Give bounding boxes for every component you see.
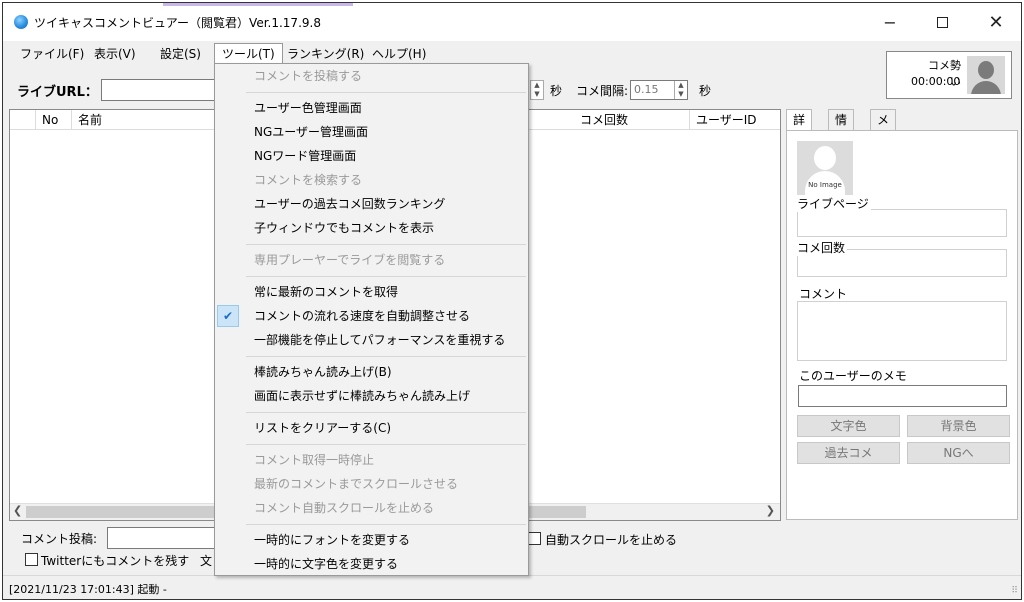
twitter-checkbox[interactable] xyxy=(25,553,38,566)
close-button[interactable]: ✕ xyxy=(973,3,1019,41)
menu-past-comment-ranking[interactable]: ユーザーの過去コメ回数ランキング xyxy=(215,192,528,216)
menu-file[interactable]: ファイル(F) xyxy=(13,43,91,65)
menu-tools[interactable]: ツール(T) xyxy=(214,43,283,65)
status-bar: [2021/11/23 17:01:43] 起動 - ⠿ xyxy=(3,575,1021,599)
menu-user-color-manager[interactable]: ユーザー色管理画面 xyxy=(215,96,528,120)
live-url-input[interactable] xyxy=(101,79,221,101)
menu-bouyomi-read-hidden[interactable]: 画面に表示せずに棒読みちゃん読み上げ xyxy=(215,384,528,408)
minimize-icon: − xyxy=(883,12,897,32)
menu-separator xyxy=(246,524,526,525)
comment-interval-value: 0.15 xyxy=(634,83,659,96)
user-avatar-icon xyxy=(967,56,1005,94)
text-color-button[interactable]: 文字色 xyxy=(797,415,900,437)
add-ng-button[interactable]: NGへ xyxy=(907,442,1010,464)
close-icon: ✕ xyxy=(988,11,1004,33)
maximize-button[interactable] xyxy=(919,3,965,41)
menu-child-window-comments[interactable]: 子ウィンドウでもコメントを表示 xyxy=(215,216,528,240)
no-image-avatar-icon: No Image xyxy=(797,141,853,197)
comment-interval-label: コメ間隔: xyxy=(576,84,629,98)
user-memo-input[interactable] xyxy=(798,385,1007,407)
menu-separator xyxy=(246,276,526,277)
auto-scroll-stop-checkbox[interactable] xyxy=(528,532,541,545)
comment-box xyxy=(797,301,1007,361)
checkmark-icon: ✔ xyxy=(217,305,239,327)
live-url-label: ライブURL： xyxy=(17,85,98,100)
user-memo-label: このユーザーのメモ xyxy=(799,369,907,383)
app-icon xyxy=(14,15,28,29)
title-bar-accent xyxy=(163,3,353,6)
menu-separator xyxy=(246,244,526,245)
scroll-left-icon[interactable]: ❮ xyxy=(13,504,22,517)
menu-help[interactable]: ヘルプ(H) xyxy=(365,43,433,65)
no-image-label: No Image xyxy=(808,181,842,189)
tools-dropdown-menu: コメントを投稿する ユーザー色管理画面 NGユーザー管理画面 NGワード管理画面… xyxy=(214,63,529,576)
list-col-blank[interactable] xyxy=(10,110,36,130)
menu-bouyomi-read[interactable]: 棒読みちゃん読み上げ(B) xyxy=(215,360,528,384)
comment-post-label: コメント投稿: xyxy=(21,532,98,546)
menu-ng-word-manager[interactable]: NGワード管理画面 xyxy=(215,144,528,168)
menu-separator xyxy=(246,356,526,357)
menu-auto-speed[interactable]: ✔ コメントの流れる速度を自動調整させる xyxy=(215,304,528,328)
interval-seconds-label: 秒 xyxy=(699,84,712,98)
comment-count-label: コメ回数 xyxy=(795,239,848,256)
comment-momentum-box: コメ勢い 00:00:00 xyxy=(886,51,1012,99)
background-color-button[interactable]: 背景色 xyxy=(907,415,1010,437)
momentum-time: 00:00:00 xyxy=(911,75,961,88)
text-option-label: 文 xyxy=(200,554,213,568)
seconds-spinner[interactable]: ▲ ▼ xyxy=(530,80,544,100)
twitter-checkbox-label: Twitterにもコメントを残す xyxy=(41,554,190,568)
menu-temp-font[interactable]: 一時的にフォントを変更する xyxy=(215,528,528,552)
menu-stop-auto-scroll[interactable]: コメント自動スクロールを止める xyxy=(215,496,528,520)
list-col-no[interactable]: No xyxy=(36,110,72,130)
scroll-right-icon[interactable]: ❯ xyxy=(766,504,775,517)
past-comments-button[interactable]: 過去コメ xyxy=(797,442,900,464)
list-col-user-id[interactable]: ユーザーID xyxy=(690,110,782,130)
menu-pause-fetch[interactable]: コメント取得一時停止 xyxy=(215,448,528,472)
live-page-label: ライブページ xyxy=(795,195,871,212)
menu-post-comment[interactable]: コメントを投稿する xyxy=(215,64,528,88)
menu-separator xyxy=(246,412,526,413)
status-text: [2021/11/23 17:01:43] 起動 - xyxy=(9,583,167,596)
live-page-group xyxy=(797,209,1007,237)
menu-clear-list[interactable]: リストをクリアーする(C) xyxy=(215,416,528,440)
window-title: ツイキャスコメントビュアー（閲覧君）Ver.1.17.9.8 xyxy=(34,16,321,30)
detail-panel: No Image ライブページ コメ回数 コメント このユーザーのメモ 文字色 … xyxy=(786,130,1018,520)
resize-grip-icon[interactable]: ⠿ xyxy=(1011,586,1018,596)
list-col-comment-count[interactable]: コメ回数 xyxy=(574,110,690,130)
comment-interval-input[interactable]: 0.15 ▲ ▼ xyxy=(630,80,688,100)
menu-auto-speed-label: コメントの流れる速度を自動調整させる xyxy=(254,309,471,323)
menu-settings[interactable]: 設定(S) xyxy=(153,43,208,65)
title-bar[interactable]: ツイキャスコメントビュアー（閲覧君）Ver.1.17.9.8 − ✕ xyxy=(3,3,1021,41)
menu-always-latest[interactable]: 常に最新のコメントを取得 xyxy=(215,280,528,304)
minimize-button[interactable]: − xyxy=(867,3,913,41)
maximize-icon xyxy=(936,16,948,28)
menu-separator xyxy=(246,92,526,93)
menu-search-comments[interactable]: コメントを検索する xyxy=(215,168,528,192)
menu-ng-user-manager[interactable]: NGユーザー管理画面 xyxy=(215,120,528,144)
tab-info[interactable]: 情報 xyxy=(828,109,855,147)
list-col-name[interactable]: 名前 xyxy=(72,110,220,130)
menu-performance-mode[interactable]: 一部機能を停止してパフォーマンスを重視する xyxy=(215,328,528,352)
menu-scroll-to-latest[interactable]: 最新のコメントまでスクロールさせる xyxy=(215,472,528,496)
menu-dedicated-player[interactable]: 専用プレーヤーでライブを閲覧する xyxy=(215,248,528,272)
tab-memo[interactable]: メモ xyxy=(870,109,897,147)
tab-detail[interactable]: 詳細 xyxy=(786,109,813,147)
comment-post-input[interactable] xyxy=(107,527,217,549)
seconds-label: 秒 xyxy=(550,84,563,98)
menu-view[interactable]: 表示(V) xyxy=(87,43,143,65)
menu-separator xyxy=(246,444,526,445)
comment-label: コメント xyxy=(799,287,848,301)
interval-spinner[interactable]: ▲ ▼ xyxy=(674,81,687,99)
menu-bar: ファイル(F) 表示(V) 設定(S) ツール(T) ランキング(R) ヘルプ(… xyxy=(3,43,863,65)
auto-scroll-stop-label: 自動スクロールを止める xyxy=(545,533,678,547)
menu-ranking[interactable]: ランキング(R) xyxy=(280,43,371,65)
menu-temp-text-color[interactable]: 一時的に文字色を変更する xyxy=(215,552,528,576)
